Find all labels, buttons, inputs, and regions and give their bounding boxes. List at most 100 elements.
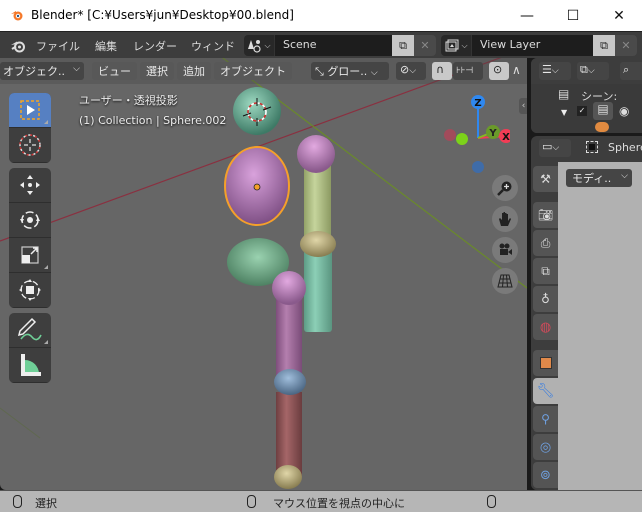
tab-world[interactable]: ◍ xyxy=(533,314,558,340)
mouse-right-icon xyxy=(487,495,496,508)
menu-render[interactable]: レンダー xyxy=(133,38,177,54)
editor-type-dropdown[interactable]: ▭⌵ xyxy=(539,139,571,157)
tab-render[interactable]: 📷︎ xyxy=(533,202,558,228)
collection-icon[interactable]: ▤ xyxy=(593,102,613,120)
sidebar-toggle-button[interactable]: ‹ xyxy=(519,98,527,114)
chevron-left-icon: ‹ xyxy=(521,101,526,111)
close-icon: ✕ xyxy=(420,39,430,52)
3d-viewport[interactable]: オブジェク.. ⌵ ビュー 選択 追加 オブジェクト ⤡ グロー.. ⌵ ⊘⌵ … xyxy=(0,58,527,490)
viewport-header: オブジェク.. ⌵ ビュー 選択 追加 オブジェクト ⤡ グロー.. ⌵ ⊘⌵ … xyxy=(0,58,527,84)
scene-name-field[interactable]: Scene xyxy=(274,35,392,56)
tab-constraints[interactable]: ⊚ xyxy=(533,462,558,488)
proportional-falloff-icon[interactable]: ∧ xyxy=(512,63,521,77)
left-mid-joint xyxy=(274,369,306,395)
status-middle-action: マウス位置を視点の中心に xyxy=(273,497,405,510)
world-icon: ◍ xyxy=(539,319,552,335)
scene-browse-button[interactable]: ⌵ xyxy=(244,35,274,56)
properties-header: ▭⌵ Sphere xyxy=(531,136,642,160)
head-sphere xyxy=(233,87,281,135)
snap-element-dropdown[interactable]: ⊦⊦⊣ xyxy=(453,62,483,80)
menu-object[interactable]: オブジェクト xyxy=(214,62,292,80)
delete-scene-button[interactable]: ✕ xyxy=(414,35,436,56)
transform-tool[interactable] xyxy=(9,273,51,308)
toolbar-select-group xyxy=(9,93,51,163)
menu-view[interactable]: ビュー xyxy=(92,62,137,80)
menu-window[interactable]: ウィンド xyxy=(191,38,235,54)
snap-toggle[interactable]: ∩ xyxy=(432,62,452,80)
view-layer-browse-button[interactable]: ⌵ xyxy=(441,35,471,56)
menu-select[interactable]: 選択 xyxy=(140,62,174,80)
tab-scene[interactable]: ♁ xyxy=(533,286,558,312)
chevron-down-icon: ⌵ xyxy=(73,64,80,74)
minimize-button[interactable]: — xyxy=(504,0,550,31)
window-title: Blender* [C:¥Users¥jun¥Desktop¥00.blend] xyxy=(31,8,294,22)
collection-info-label: (1) Collection | Sphere.002 xyxy=(79,114,227,127)
mode-dropdown[interactable]: オブジェク.. ⌵ xyxy=(0,62,84,80)
constraints-icon: ⊚ xyxy=(540,467,551,483)
tool-icon: ⚒ xyxy=(540,172,551,186)
transform-orientation-dropdown[interactable]: ⤡ グロー.. ⌵ xyxy=(311,62,389,80)
move-tool[interactable] xyxy=(9,168,51,203)
tab-particles[interactable]: ⚲ xyxy=(533,406,558,432)
object-icon xyxy=(539,357,552,369)
snap-increment-icon: ⊦⊦⊣ xyxy=(456,66,474,76)
camera-view-button[interactable] xyxy=(492,237,518,263)
outliner-tree-icon: ☰ xyxy=(542,63,552,76)
annotate-tool[interactable] xyxy=(9,313,51,348)
transform-icon xyxy=(19,279,41,301)
tab-output[interactable]: ⎙ xyxy=(533,230,558,256)
outliner-filter-dropdown[interactable]: ⧉⌵ xyxy=(577,62,609,80)
blender-logo-icon[interactable] xyxy=(10,38,26,54)
new-scene-button[interactable]: ⧉ xyxy=(392,35,414,56)
outliner-panel: ☰⌵ ⧉⌵ ⌕ ▤ シーン: ▼ ✓ ▤ ◉ xyxy=(531,58,642,133)
pan-button[interactable] xyxy=(492,206,518,232)
navigation-gizmo[interactable]: Y Z X xyxy=(440,88,510,178)
tab-tool[interactable]: ⚒ xyxy=(533,166,558,192)
tab-view-layer[interactable]: ⧉ xyxy=(533,258,558,284)
cursor-icon xyxy=(19,134,41,156)
scale-tool[interactable] xyxy=(9,238,51,273)
top-menubar: ファイル 編集 レンダー ウィンド ⌵ Scene ⧉ ✕ ⌵ View Lay… xyxy=(0,31,642,58)
tab-modifiers[interactable]: 🔧︎ xyxy=(533,378,558,404)
move-icon xyxy=(20,175,40,195)
tab-physics[interactable]: ◎ xyxy=(533,434,558,460)
collection-checkbox[interactable]: ✓ xyxy=(577,106,587,116)
expand-arrow-icon[interactable]: ▼ xyxy=(561,108,567,117)
chevron-down-icon: ⌵ xyxy=(551,66,559,76)
scene-collection-icon: ▤ xyxy=(558,87,570,101)
eye-visibility-icon[interactable]: ◉ xyxy=(619,104,629,118)
gizmo-neg-x xyxy=(444,129,456,141)
measure-icon xyxy=(21,354,41,376)
output-icon: ⎙ xyxy=(540,235,551,250)
chevron-down-icon: ⌵ xyxy=(587,66,595,76)
properties-editor-icon: ▭ xyxy=(542,140,553,153)
ortho-toggle-button[interactable] xyxy=(492,268,518,294)
chevron-down-icon: ⌵ xyxy=(461,40,468,50)
proportional-edit-toggle[interactable]: ⊙ xyxy=(489,62,509,80)
menu-file[interactable]: ファイル xyxy=(36,38,80,54)
physics-icon: ◎ xyxy=(539,439,552,455)
outliner-header: ☰⌵ ⧉⌵ ⌕ xyxy=(531,58,642,84)
menu-edit[interactable]: 編集 xyxy=(95,38,117,54)
close-button[interactable]: ✕ xyxy=(596,0,642,31)
rotate-tool[interactable] xyxy=(9,203,51,238)
rotate-icon xyxy=(20,211,40,229)
tab-object[interactable] xyxy=(533,350,558,376)
add-modifier-dropdown[interactable]: モディ.. ⌵ xyxy=(566,169,632,187)
maximize-button[interactable]: ☐ xyxy=(550,0,596,31)
delete-view-layer-button[interactable]: ✕ xyxy=(615,35,637,56)
view-layer-icon: ⧉ xyxy=(580,63,588,76)
measure-tool[interactable] xyxy=(9,348,51,383)
copy-icon: ⧉ xyxy=(600,38,608,52)
snap-icon: ∩ xyxy=(436,63,445,76)
zoom-button[interactable] xyxy=(492,175,518,201)
view-layer-name-field[interactable]: View Layer xyxy=(471,35,593,56)
select-box-tool[interactable] xyxy=(9,93,51,128)
pivot-point-dropdown[interactable]: ⊘⌵ xyxy=(396,62,426,80)
gizmo-x-label: X xyxy=(502,132,510,143)
menu-add[interactable]: 追加 xyxy=(177,62,211,80)
new-view-layer-button[interactable]: ⧉ xyxy=(593,35,615,56)
outliner-display-mode-dropdown[interactable]: ☰⌵ xyxy=(539,62,571,80)
outliner-search-field[interactable]: ⌕ xyxy=(620,62,642,80)
cursor-tool[interactable] xyxy=(9,128,51,163)
